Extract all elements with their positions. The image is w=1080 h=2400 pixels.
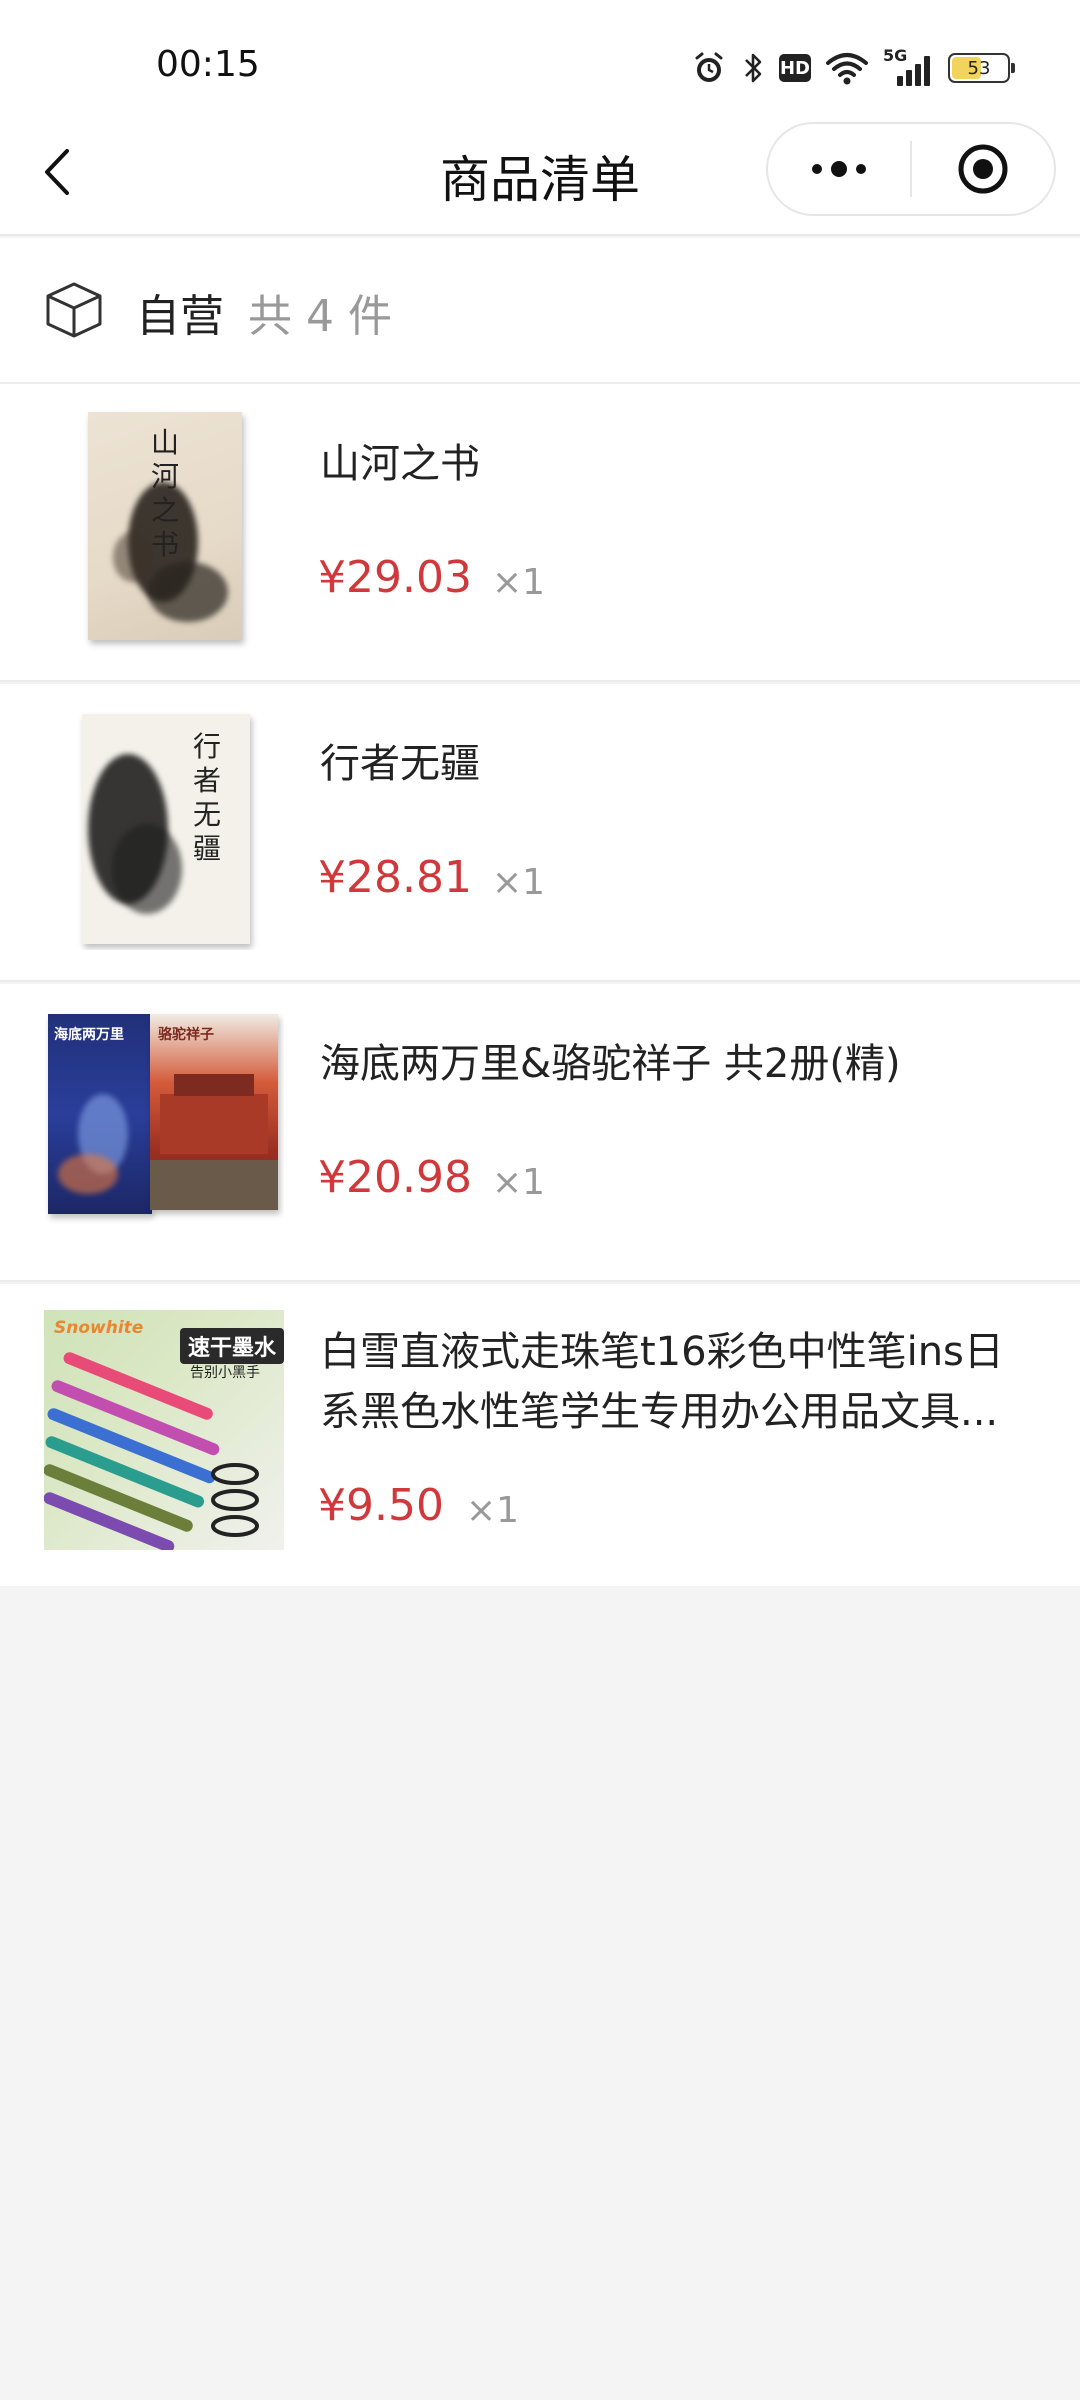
wifi-icon bbox=[825, 50, 869, 86]
product-quantity: ×1 bbox=[492, 562, 546, 603]
product-title: 山河之书 bbox=[320, 441, 480, 487]
cover-title: 行者无疆 bbox=[192, 730, 221, 865]
close-target-icon bbox=[958, 144, 1008, 194]
book-cover: 骆驼祥子 bbox=[150, 1014, 278, 1210]
battery-level: 53 bbox=[967, 57, 991, 79]
book-cover: 海底两万里 bbox=[48, 1014, 152, 1214]
product-price: ¥20.98 bbox=[318, 1152, 472, 1203]
notebook-rings bbox=[211, 1463, 259, 1537]
product-quantity: ×1 bbox=[466, 1490, 520, 1531]
list-item[interactable]: 行者无疆 行者无疆 ¥28.81 ×1 bbox=[0, 684, 1080, 982]
product-image: 山河之书 bbox=[44, 410, 284, 650]
cell-signal-icon: 5G bbox=[883, 46, 930, 86]
battery-icon: 53 bbox=[948, 53, 1015, 83]
pen-photo: Snowhite 速干墨水 告别小黑手 bbox=[44, 1310, 284, 1550]
product-quantity: ×1 bbox=[492, 862, 546, 903]
pen-badge: 速干墨水 bbox=[180, 1328, 284, 1364]
status-icons: HD 5G 53 bbox=[691, 46, 1015, 88]
product-image: 海底两万里 骆驼祥子 bbox=[44, 1010, 284, 1250]
miniprogram-capsule bbox=[766, 122, 1056, 216]
hd-icon: HD bbox=[779, 54, 811, 82]
close-button[interactable] bbox=[912, 124, 1054, 214]
store-header: 自营 共 4 件 bbox=[0, 238, 1080, 384]
product-title: 海底两万里&骆驼祥子 共2册(精) bbox=[320, 1041, 901, 1087]
book-cover: 山河之书 bbox=[88, 412, 242, 640]
store-name: 自营 bbox=[136, 291, 224, 342]
product-price: ¥29.03 bbox=[318, 552, 472, 603]
more-dots-icon bbox=[812, 161, 866, 177]
status-time: 00:15 bbox=[156, 44, 260, 85]
nav-bar: 商品清单 bbox=[0, 120, 1080, 236]
cover-title: 山河之书 bbox=[150, 426, 179, 561]
product-quantity: ×1 bbox=[492, 1162, 546, 1203]
package-box-icon bbox=[46, 282, 102, 338]
brand-logo: Snowhite bbox=[54, 1318, 144, 1338]
list-item[interactable]: 山河之书 山河之书 ¥29.03 ×1 bbox=[0, 384, 1080, 682]
top-area: 00:15 HD 5G 53 商品清单 bbox=[0, 0, 1080, 236]
status-bar: 00:15 HD 5G 53 bbox=[0, 0, 1080, 120]
product-price: ¥9.50 bbox=[318, 1480, 444, 1531]
product-image: 行者无疆 bbox=[44, 710, 284, 950]
book-cover: 行者无疆 bbox=[82, 714, 250, 944]
product-price: ¥28.81 bbox=[318, 852, 472, 903]
product-title: 白雪直液式走珠笔t16彩色中性笔ins日系黑色水性笔学生专用办公用品文具... bbox=[320, 1329, 1004, 1435]
alarm-icon bbox=[691, 50, 727, 86]
more-button[interactable] bbox=[768, 124, 910, 214]
list-item[interactable]: Snowhite 速干墨水 告别小黑手 白雪直液式走珠笔t16彩色中性笔ins日… bbox=[0, 1284, 1080, 1586]
bluetooth-icon bbox=[741, 50, 765, 86]
item-count: 共 4 件 bbox=[248, 291, 392, 342]
list-item[interactable]: 海底两万里 骆驼祥子 海底两万里&骆驼祥子 共2册(精) ¥20.98 ×1 bbox=[0, 984, 1080, 1282]
product-image: Snowhite 速干墨水 告别小黑手 bbox=[44, 1310, 284, 1550]
pen-badge-sub: 告别小黑手 bbox=[190, 1365, 260, 1381]
product-title: 行者无疆 bbox=[320, 741, 480, 787]
